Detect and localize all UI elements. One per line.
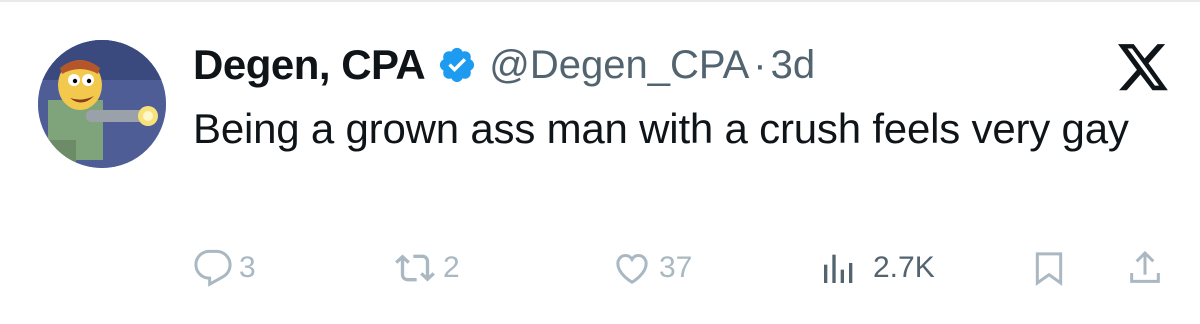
share-button[interactable] xyxy=(1125,244,1165,292)
verified-badge-icon xyxy=(437,45,477,85)
username-handle[interactable]: @Degen_CPA xyxy=(489,43,749,88)
repost-button[interactable]: 2 xyxy=(393,244,460,292)
like-button[interactable]: 37 xyxy=(611,244,692,292)
reply-button[interactable]: 3 xyxy=(193,244,256,292)
bookmark-icon xyxy=(1029,248,1069,288)
tweet-header: Degen, CPA @Degen_CPA · 3d xyxy=(193,40,815,90)
avatar[interactable] xyxy=(38,40,166,168)
heart-icon xyxy=(611,248,653,288)
repost-count: 2 xyxy=(443,251,460,284)
reply-count: 3 xyxy=(239,251,256,284)
reply-icon xyxy=(193,248,233,288)
like-count: 37 xyxy=(659,251,693,284)
share-icon xyxy=(1125,248,1165,288)
views-count: 2.7K xyxy=(873,251,935,284)
repost-icon xyxy=(393,248,437,288)
tweet-actions: 3 2 37 2.7K xyxy=(193,244,1168,292)
views-button[interactable]: 2.7K xyxy=(819,244,935,292)
tweet-card[interactable]: Degen, CPA @Degen_CPA · 3d Being a grown… xyxy=(0,0,1200,324)
views-chart-icon xyxy=(819,248,859,288)
tweet-text: Being a grown ass man with a crush feels… xyxy=(193,105,1129,152)
separator-dot: · xyxy=(753,42,767,87)
divider xyxy=(0,0,1200,2)
bookmark-button[interactable] xyxy=(1029,244,1069,292)
x-logo-icon[interactable] xyxy=(1118,44,1170,92)
display-name[interactable]: Degen, CPA xyxy=(193,41,426,89)
timestamp[interactable]: 3d xyxy=(771,43,816,88)
